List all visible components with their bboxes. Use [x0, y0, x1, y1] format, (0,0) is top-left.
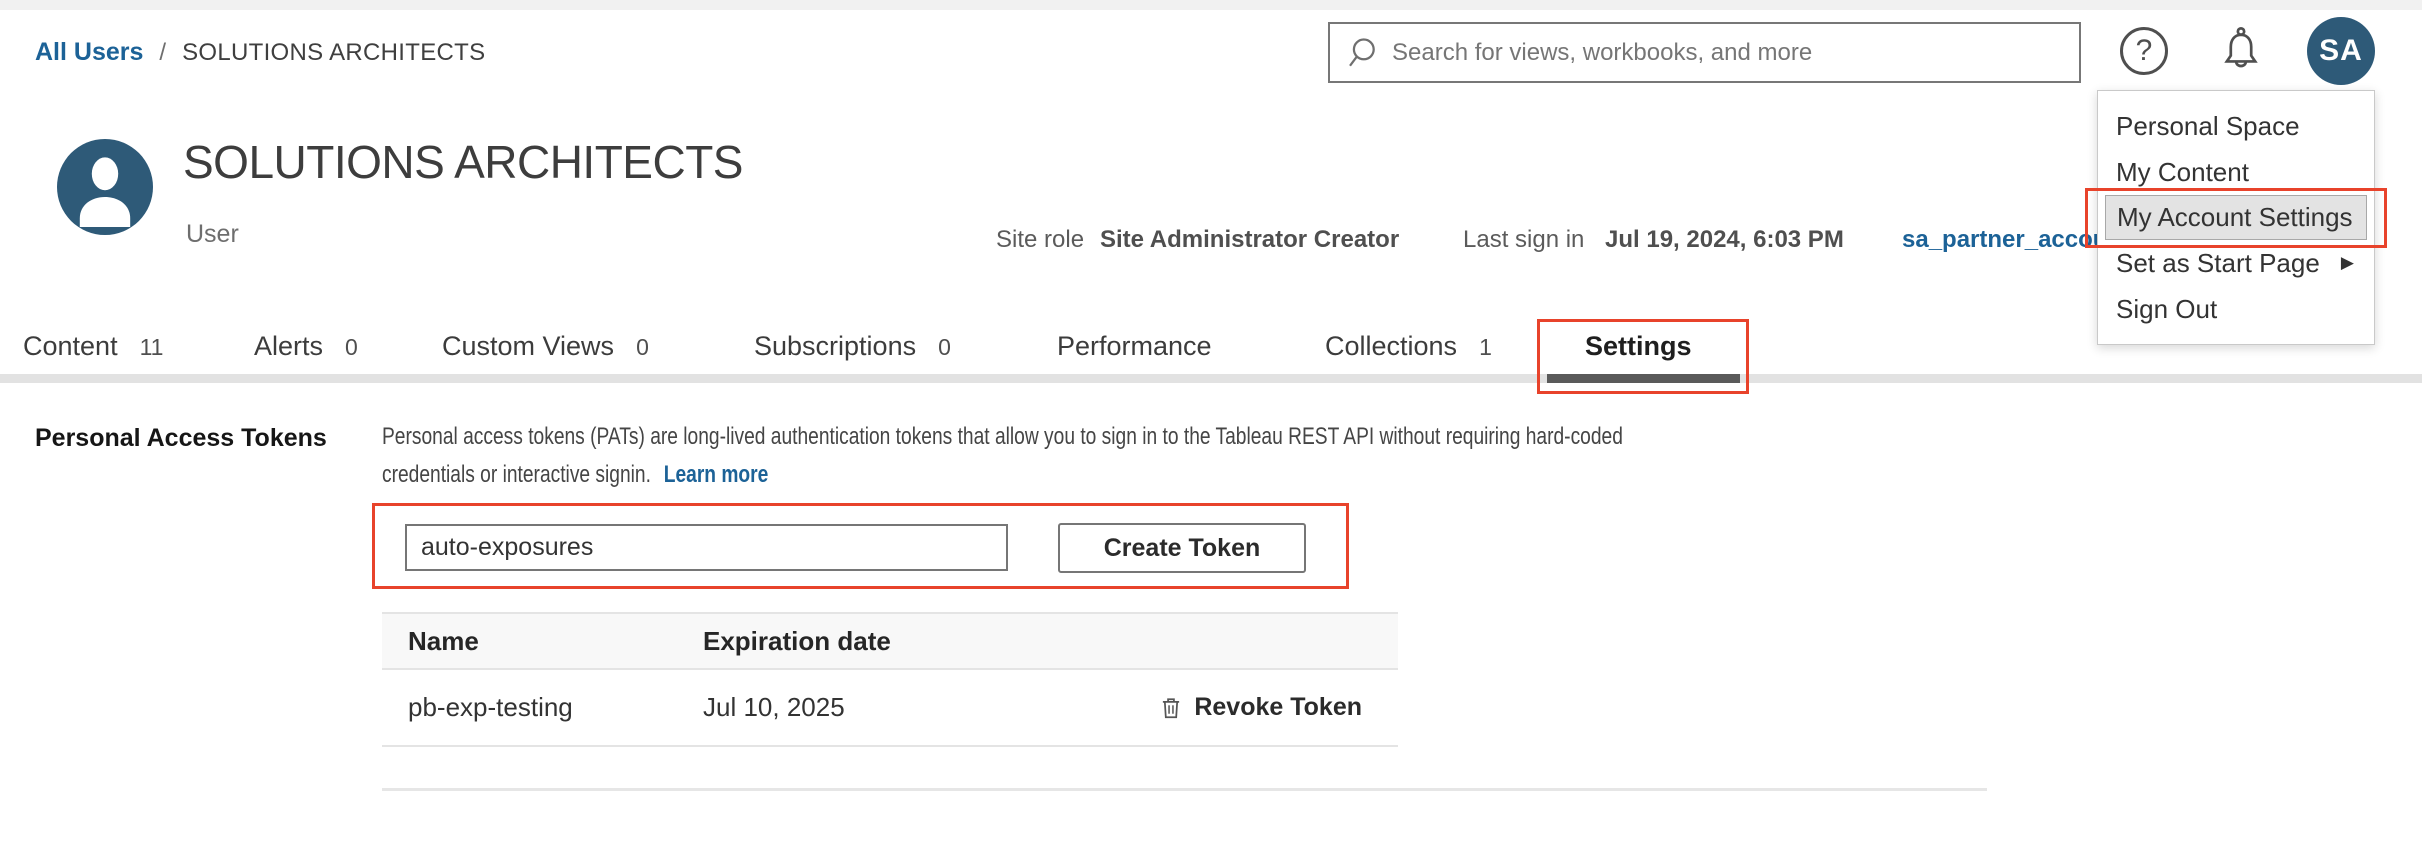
menu-item-label: My Account Settings [2117, 202, 2353, 233]
breadcrumb-current: SOLUTIONS ARCHITECTS [182, 39, 485, 67]
user-account-menu: Personal Space My Content My Account Set… [2097, 90, 2375, 345]
tab-content[interactable]: Content 11 [23, 331, 163, 362]
pat-description: Personal access tokens (PATs) are long-l… [382, 418, 1623, 494]
search-box[interactable] [1328, 22, 2081, 83]
menu-item-label: Set as Start Page [2116, 248, 2320, 279]
tab-label: Performance [1057, 331, 1212, 362]
pat-description-line2-row: credentials or interactive signin. Learn… [382, 456, 1623, 494]
tab-custom-views[interactable]: Custom Views 0 [442, 331, 649, 362]
search-input[interactable] [1392, 39, 2065, 67]
help-icon[interactable]: ? [2120, 27, 2168, 75]
pat-description-line1: Personal access tokens (PATs) are long-l… [382, 418, 1623, 456]
tab-label: Collections [1325, 331, 1457, 362]
token-table-header: Name Expiration date [382, 612, 1398, 670]
user-type-label: User [186, 220, 239, 249]
tab-count: 0 [938, 334, 951, 361]
avatar-initials: SA [2319, 34, 2363, 68]
column-header-name: Name [382, 626, 703, 657]
tab-label: Alerts [254, 331, 323, 362]
revoke-token-button[interactable]: Revoke Token [1158, 670, 1362, 745]
menu-item-label: My Content [2116, 157, 2249, 188]
menu-item-personal-space[interactable]: Personal Space [2098, 103, 2374, 149]
site-role-label: Site role [996, 226, 1084, 254]
learn-more-link[interactable]: Learn more [664, 456, 769, 494]
column-header-expiration: Expiration date [703, 626, 1398, 657]
site-role-value: Site Administrator Creator [1100, 226, 1399, 254]
last-sign-in-value: Jul 19, 2024, 6:03 PM [1605, 226, 1844, 254]
token-table-row: pb-exp-testing Jul 10, 2025 Revoke Token [382, 670, 1398, 747]
account-name-link[interactable]: sa_partner_accou [1902, 226, 2107, 254]
last-sign-in-label: Last sign in [1463, 226, 1584, 254]
menu-item-set-as-start-page[interactable]: Set as Start Page ▶ [2098, 240, 2374, 286]
submenu-arrow-icon: ▶ [2341, 253, 2356, 273]
tab-label: Settings [1585, 331, 1692, 362]
token-table: Name Expiration date pb-exp-testing Jul … [382, 612, 1398, 747]
active-tab-indicator [1547, 374, 1740, 383]
tab-count: 1 [1479, 334, 1492, 361]
pat-description-line2: credentials or interactive signin. [382, 456, 651, 494]
user-avatar-button[interactable]: SA [2307, 17, 2375, 85]
menu-item-my-account-settings[interactable]: My Account Settings [2105, 195, 2367, 240]
tab-collections[interactable]: Collections 1 [1325, 331, 1492, 362]
token-name-cell: pb-exp-testing [382, 692, 703, 723]
search-icon [1344, 35, 1380, 71]
breadcrumb-all-users-link[interactable]: All Users [35, 38, 143, 67]
create-token-button[interactable]: Create Token [1058, 523, 1306, 573]
pat-section-heading: Personal Access Tokens [35, 424, 327, 453]
top-strip [0, 0, 2422, 10]
tab-count: 0 [345, 334, 358, 361]
tab-label: Content [23, 331, 118, 362]
breadcrumb: All Users / SOLUTIONS ARCHITECTS [35, 38, 485, 67]
tab-settings[interactable]: Settings [1585, 331, 1692, 362]
profile-avatar [57, 139, 153, 235]
menu-item-label: Sign Out [2116, 294, 2217, 325]
section-divider [382, 788, 1987, 791]
menu-item-my-content[interactable]: My Content [2098, 149, 2374, 195]
trash-icon [1158, 695, 1184, 721]
tab-subscriptions[interactable]: Subscriptions 0 [754, 331, 951, 362]
tab-count: 0 [636, 334, 649, 361]
person-icon [57, 139, 153, 235]
token-name-input[interactable] [405, 524, 1008, 571]
tab-performance[interactable]: Performance [1057, 331, 1212, 362]
tab-label: Custom Views [442, 331, 614, 362]
tableau-user-settings-page: All Users / SOLUTIONS ARCHITECTS ? SA Pe… [0, 0, 2422, 850]
tab-count: 11 [140, 334, 164, 361]
menu-item-label: Personal Space [2116, 111, 2300, 142]
help-glyph: ? [2136, 34, 2153, 68]
tab-alerts[interactable]: Alerts 0 [254, 331, 358, 362]
menu-item-sign-out[interactable]: Sign Out [2098, 286, 2374, 332]
notifications-bell-icon[interactable] [2216, 24, 2266, 76]
revoke-token-label: Revoke Token [1194, 693, 1362, 722]
tab-label: Subscriptions [754, 331, 916, 362]
page-title: SOLUTIONS ARCHITECTS [183, 135, 743, 189]
tab-bar-underline [0, 374, 2422, 383]
breadcrumb-separator: / [159, 39, 166, 67]
